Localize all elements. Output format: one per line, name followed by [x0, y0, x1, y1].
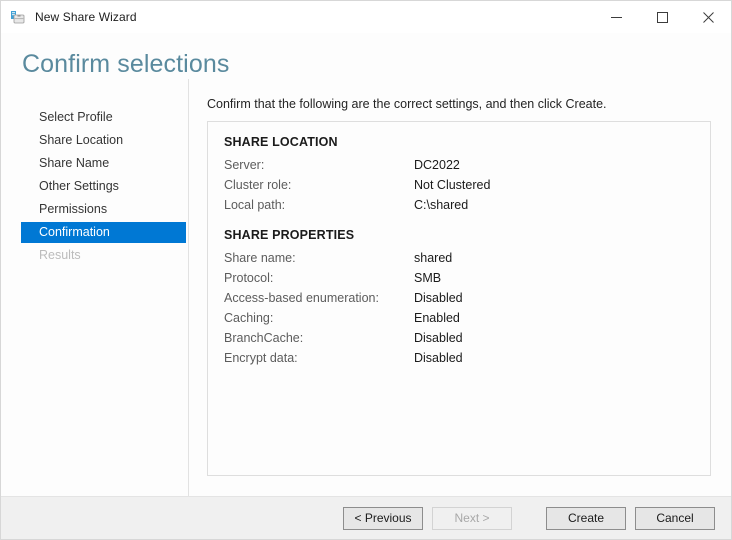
sidebar-item-results: Results	[39, 247, 81, 262]
wizard-body: Select Profile Share Location Share Name…	[1, 78, 731, 497]
button-group-divider	[521, 518, 537, 519]
create-button[interactable]: Create	[546, 506, 626, 530]
table-row: Access-based enumeration: Disabled	[224, 288, 694, 308]
minimize-icon[interactable]	[593, 1, 639, 33]
title-bar-left: New Share Wizard	[1, 9, 137, 26]
cancel-button[interactable]: Cancel	[635, 506, 715, 530]
table-row: Cluster role: Not Clustered	[224, 175, 694, 195]
table-row: Share name: shared	[224, 248, 694, 268]
prop-value: Disabled	[414, 290, 463, 305]
prop-label: Server:	[224, 157, 265, 172]
prop-value: Disabled	[414, 330, 463, 345]
previous-button[interactable]: < Previous	[343, 506, 423, 530]
sidebar-item-confirmation[interactable]: Confirmation	[21, 221, 186, 243]
prop-label: BranchCache:	[224, 330, 304, 345]
prop-value: SMB	[414, 270, 442, 285]
table-row: Encrypt data: Disabled	[224, 348, 694, 368]
prop-label: Local path:	[224, 197, 286, 212]
title-bar: New Share Wizard	[1, 1, 731, 33]
sidebar-item-permissions[interactable]: Permissions	[1, 199, 188, 220]
summary-section-share-location: SHARE LOCATION Server: DC2022 Cluster ro…	[224, 135, 694, 215]
window-controls	[593, 1, 731, 33]
table-row: Server: DC2022	[224, 155, 694, 175]
sidebar-item-share-location[interactable]: Share Location	[1, 130, 188, 151]
prop-label: Access-based enumeration:	[224, 290, 379, 305]
prop-label: Cluster role:	[224, 177, 292, 192]
new-share-wizard-window: New Share Wizard Confirm selections Sele…	[0, 0, 732, 540]
content-intro-text: Confirm that the following are the corre…	[207, 96, 607, 111]
section-title: SHARE PROPERTIES	[224, 227, 355, 242]
wizard-step-nav: Select Profile Share Location Share Name…	[1, 78, 189, 496]
prop-value: Not Clustered	[414, 177, 491, 192]
table-row: Local path: C:\shared	[224, 195, 694, 215]
prop-value: Disabled	[414, 350, 463, 365]
prop-value: DC2022	[414, 157, 460, 172]
table-row: Protocol: SMB	[224, 268, 694, 288]
prop-value: C:\shared	[414, 197, 469, 212]
prop-label: Share name:	[224, 250, 296, 265]
section-title: SHARE LOCATION	[224, 134, 338, 149]
prop-label: Caching:	[224, 310, 274, 325]
page-title: Confirm selections	[22, 50, 230, 78]
summary-box: SHARE LOCATION Server: DC2022 Cluster ro…	[207, 120, 711, 476]
window-title: New Share Wizard	[35, 10, 137, 24]
sidebar-item-other-settings[interactable]: Other Settings	[1, 176, 188, 197]
close-icon[interactable]	[685, 1, 731, 33]
sidebar-item-select-profile[interactable]: Select Profile	[1, 107, 188, 128]
prop-value: Enabled	[414, 310, 460, 325]
wizard-content: Confirm that the following are the corre…	[189, 79, 731, 497]
next-button: Next >	[432, 506, 512, 530]
maximize-icon[interactable]	[639, 1, 685, 33]
prop-label: Encrypt data:	[224, 350, 298, 365]
prop-value: shared	[414, 250, 453, 265]
table-row: BranchCache: Disabled	[224, 328, 694, 348]
share-folder-icon	[10, 9, 27, 26]
sidebar-item-share-name[interactable]: Share Name	[1, 153, 188, 174]
wizard-footer: < Previous Next > Create Cancel	[1, 496, 731, 539]
prop-label: Protocol:	[224, 270, 274, 285]
summary-section-share-properties: SHARE PROPERTIES Share name: shared Prot…	[224, 228, 694, 368]
table-row: Caching: Enabled	[224, 308, 694, 328]
